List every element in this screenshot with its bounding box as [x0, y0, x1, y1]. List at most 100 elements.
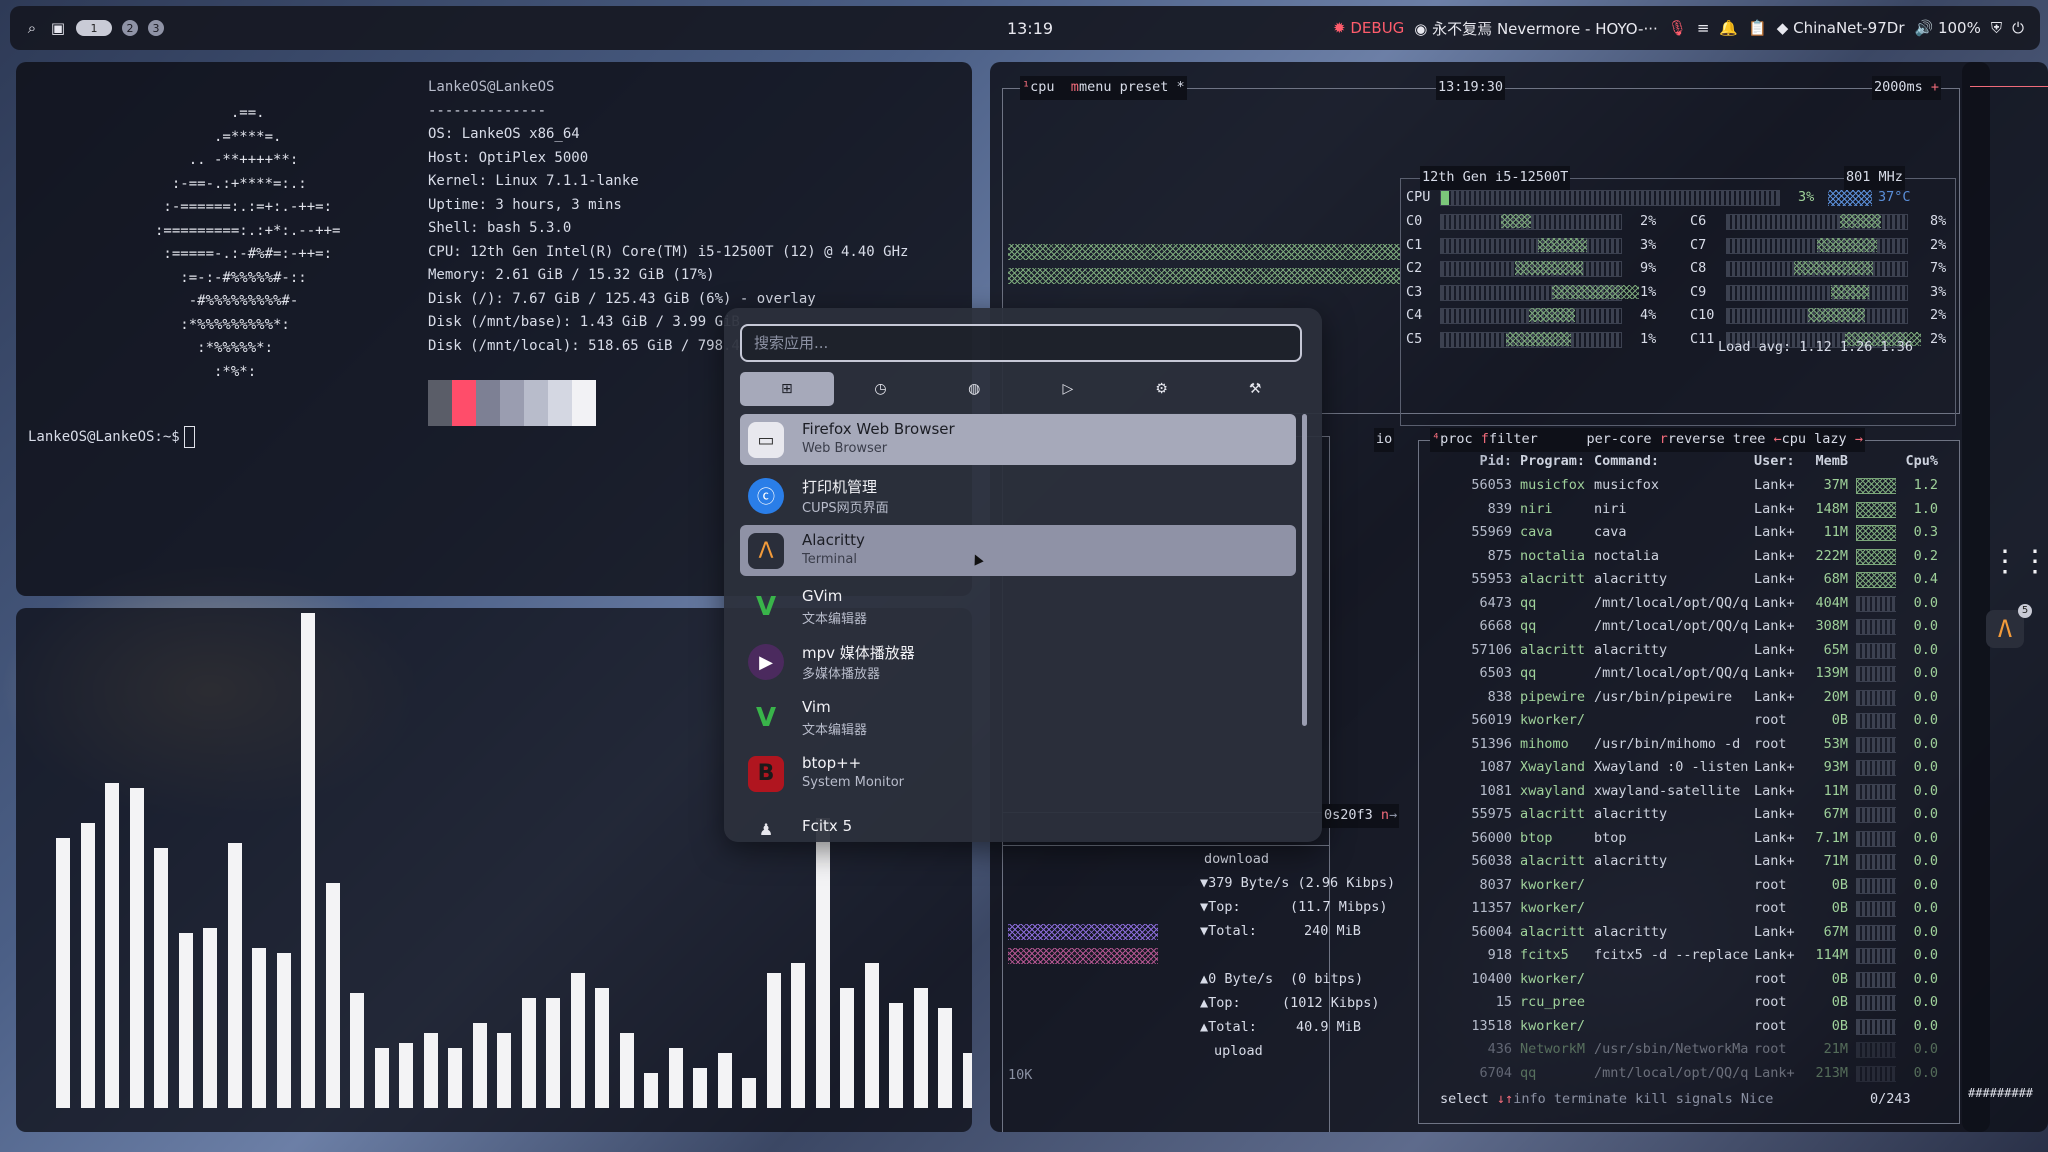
process-row[interactable]: 55975 alacritt alacritty Lank+ 67M 0.0	[1450, 803, 1938, 827]
col-mem[interactable]: MemB	[1808, 450, 1848, 474]
app-item[interactable]: ⓒ 打印机管理 CUPS网页界面	[740, 470, 1296, 521]
workspace-2[interactable]: 2	[122, 20, 138, 36]
reverse-tab[interactable]: reverse	[1668, 431, 1725, 447]
select-label[interactable]: select	[1440, 1091, 1489, 1107]
proc-cpu: 0.0	[1913, 876, 1938, 893]
window-overview-icon[interactable]: ▣	[50, 19, 66, 37]
app-item[interactable]: ▶ mpv 媒体播放器 多媒体播放器	[740, 636, 1296, 687]
wifi-widget[interactable]: ◆ ChinaNet-97Dr	[1777, 19, 1905, 37]
mic-icon[interactable]: 🎙	[1668, 19, 1687, 37]
app-item[interactable]: V GVim 文本编辑器	[740, 581, 1296, 632]
process-row[interactable]: 56019 kworker/root 0B 0.0	[1450, 709, 1938, 733]
app-description: 文本编辑器	[802, 611, 868, 627]
terminate-label[interactable]: terminate	[1554, 1091, 1627, 1107]
process-row[interactable]: 1081 xwayland xwayland-satellite Lank+ 11M 0.…	[1450, 780, 1938, 804]
preset-tab[interactable]: preset *	[1120, 79, 1185, 95]
proc-user: root	[1754, 735, 1787, 752]
proc-cpu-meter-bar	[1856, 1018, 1896, 1035]
tab-all-apps[interactable]: ⊞	[740, 372, 834, 406]
process-row[interactable]: 55969 cava cava Lank+ 11M 0.3	[1450, 521, 1938, 545]
process-row[interactable]: 55953 alacritt alacritty Lank+ 68M 0.4	[1450, 568, 1938, 592]
process-row[interactable]: 56038 alacritt alacritty Lank+ 71M 0.0	[1450, 850, 1938, 874]
col-program[interactable]: Program:	[1512, 450, 1594, 474]
process-row[interactable]: 6704 qq/mnt/local/opt/QQ/q Lank+ 213M 0.0	[1450, 1062, 1938, 1086]
core-label: C7	[1690, 236, 1707, 253]
tree-tab[interactable]: tree	[1733, 431, 1766, 447]
process-row[interactable]: 11357 kworker/root 0B 0.0	[1450, 897, 1938, 921]
power-icon[interactable]: ⏻	[2012, 19, 2024, 37]
tab-tools[interactable]: ⚒	[1208, 372, 1302, 406]
workspace-3[interactable]: 3	[148, 20, 164, 36]
app-item[interactable]: Λ Alacritty Terminal	[740, 525, 1296, 577]
app-list-scrollbar[interactable]	[1302, 414, 1307, 726]
menu-tab[interactable]: menu	[1079, 79, 1112, 95]
tab-settings[interactable]: ⚙	[1115, 372, 1209, 406]
signals-label[interactable]: signals	[1676, 1091, 1733, 1107]
app-item[interactable]: ♟ Fcitx 5	[740, 803, 1296, 842]
proc-command	[1594, 709, 1754, 733]
process-row[interactable]: 56053 musicfox musicfox Lank+ 37M 1.2	[1450, 474, 1938, 498]
firefox-icon: ▭	[748, 422, 784, 458]
col-command[interactable]: Command:	[1594, 450, 1754, 474]
btop-time: 13:19:30	[1436, 76, 1506, 100]
process-row[interactable]: 436 NetworkM/usr/sbin/NetworkMa root 21M 0.0	[1450, 1038, 1938, 1062]
notification-icon[interactable]: 🔔	[1719, 19, 1738, 37]
per-core-tab[interactable]: per-core	[1587, 431, 1652, 447]
search-icon[interactable]: ⌕	[24, 19, 40, 37]
app-item[interactable]: V Vim 文本编辑器	[740, 692, 1296, 743]
update-interval[interactable]: 2000ms +	[1872, 76, 1942, 100]
process-row[interactable]: 6503 qq/mnt/local/opt/QQ/q Lank+ 139M 0.0	[1450, 662, 1938, 686]
process-row[interactable]: 57106 alacritt alacritty Lank+ 65M 0.0	[1450, 639, 1938, 663]
alacritty-dock-icon[interactable]: Λ	[1986, 610, 2024, 648]
process-row[interactable]: 13518 kworker/root 0B 0.0	[1450, 1015, 1938, 1039]
process-row[interactable]: 1087 Xwayland Xwayland :0 -listen Lank+ 93M 0…	[1450, 756, 1938, 780]
col-cpu[interactable]: Cpu%	[1896, 450, 1938, 474]
tab-media[interactable]: ▷	[1021, 372, 1115, 406]
process-row[interactable]: 838 pipewire/usr/bin/pipewire Lank+ 20M 0.0	[1450, 686, 1938, 710]
core-label: C8	[1690, 260, 1707, 276]
app-grid-icon[interactable]: ⋮⋮⋮	[1990, 547, 2048, 577]
user-host: LankeOS@LankeOS	[428, 79, 555, 95]
media-widget[interactable]: ◉ 永不复焉 Nevermore - HOYO-···	[1414, 18, 1657, 39]
proc-tab[interactable]: proc	[1440, 431, 1473, 447]
cpu-tab[interactable]: cpu	[1030, 79, 1054, 95]
core-label: C4	[1406, 307, 1423, 323]
process-row[interactable]: 6473 qq/mnt/local/opt/QQ/q Lank+ 404M 0.0	[1450, 592, 1938, 616]
debug-indicator[interactable]: ✹ DEBUG	[1333, 19, 1404, 37]
shell-prompt[interactable]: LankeOS@LankeOS:~$	[28, 426, 195, 450]
proc-command: alacritty	[1594, 571, 1668, 587]
proc-cpu-meter-bar	[1856, 595, 1896, 612]
core-label: C10	[1690, 307, 1715, 323]
process-row[interactable]: 56000 btop btop Lank+ 7.1M 0.0	[1450, 827, 1938, 851]
filter-tab[interactable]: filter	[1489, 431, 1538, 447]
menu-icon[interactable]: ≡	[1697, 19, 1710, 37]
process-row[interactable]: 918 fcitx5 fcitx5 -d --replace Lank+ 114M 0.0	[1450, 944, 1938, 968]
process-row[interactable]: 839 niri niri Lank+ 148M 1.0	[1450, 498, 1938, 522]
process-row[interactable]: 6668 qq/mnt/local/opt/QQ/q Lank+ 308M 0.0	[1450, 615, 1938, 639]
clock[interactable]: 13:19	[1000, 19, 1060, 38]
process-row[interactable]: 15 rcu_pree root 0B 0.0	[1450, 991, 1938, 1015]
process-row[interactable]: 8037 kworker/root 0B 0.0	[1450, 874, 1938, 898]
app-item[interactable]: ▭ Firefox Web Browser Web Browser	[740, 414, 1296, 465]
clipboard-icon[interactable]: 📋	[1748, 19, 1767, 37]
proc-program: kworker/	[1520, 876, 1586, 893]
app-item[interactable]: Bbtop++ System Monitor	[740, 748, 1296, 799]
shield-icon[interactable]: ⛨	[1991, 19, 2002, 37]
net-iface[interactable]: 0s20f3 n→	[1322, 804, 1400, 828]
tab-web[interactable]: ◍	[927, 372, 1021, 406]
process-row[interactable]: 56004 alacritt alacritty Lank+ 67M 0.0	[1450, 921, 1938, 945]
ul-rate-bits: (0 bitps)	[1290, 971, 1364, 987]
process-row[interactable]: 10400 kworker/root 0B 0.0	[1450, 968, 1938, 992]
col-user[interactable]: User:	[1754, 450, 1808, 474]
info-label[interactable]: info	[1513, 1091, 1546, 1107]
volume-widget[interactable]: 🔊 100%	[1915, 19, 1981, 37]
sort-tab[interactable]: cpu lazy	[1782, 431, 1847, 447]
tab-recent[interactable]: ◷	[834, 372, 928, 406]
col-pid[interactable]: Pid:	[1450, 450, 1512, 474]
app-search-input[interactable]: 搜索应用...	[740, 324, 1302, 362]
nice-label[interactable]: Nice	[1741, 1091, 1774, 1107]
workspace-1[interactable]: 1	[76, 20, 112, 36]
kill-label[interactable]: kill	[1635, 1091, 1668, 1107]
process-row[interactable]: 51396 mihomo/usr/bin/mihomo -d root 53M 0.0	[1450, 733, 1938, 757]
process-row[interactable]: 875 noctalia noctalia Lank+ 222M 0.2	[1450, 545, 1938, 569]
